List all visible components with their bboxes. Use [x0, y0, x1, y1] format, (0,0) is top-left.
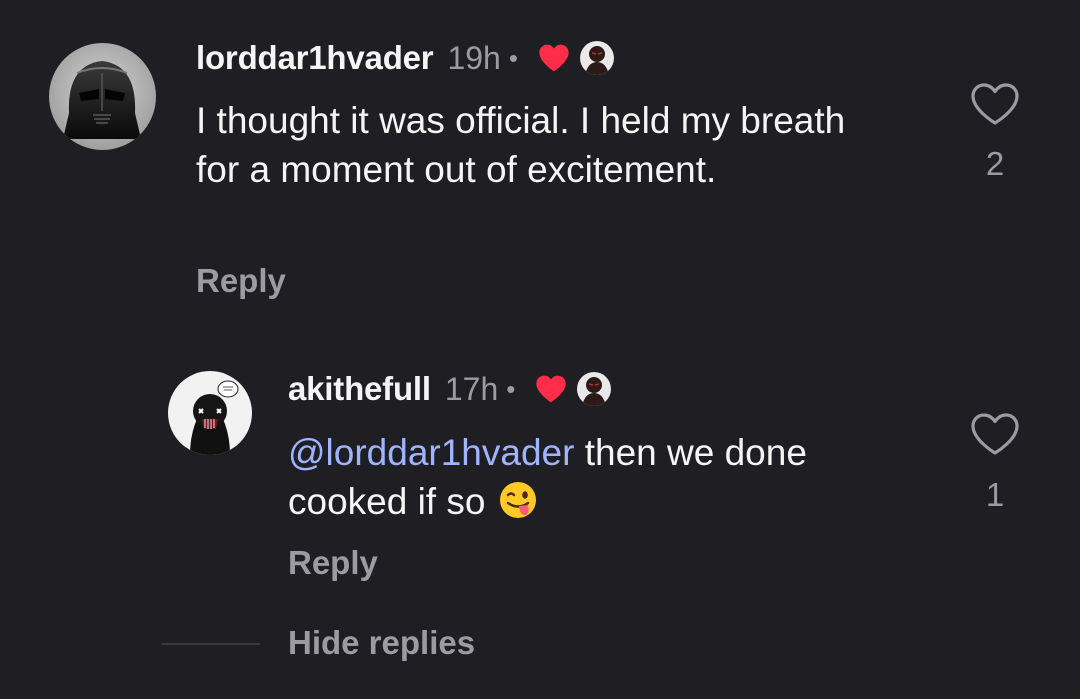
timestamp: 19h	[447, 39, 501, 76]
creator-avatar-icon	[579, 41, 614, 75]
avatar[interactable]	[49, 43, 156, 150]
creator-liked-heart-icon	[538, 43, 570, 73]
timestamp: 17h	[444, 370, 499, 407]
creator-liked-heart-icon	[535, 374, 567, 404]
darth-vader-avatar-icon	[49, 43, 156, 150]
masked-character-avatar-icon	[168, 371, 252, 455]
creator-avatar-icon	[577, 372, 612, 406]
comment-text: I thought it was official. I held my bre…	[196, 100, 846, 190]
username[interactable]: akithefull	[288, 370, 431, 408]
hide-replies-button[interactable]: Hide replies	[288, 624, 475, 662]
separator-dot: •	[506, 373, 516, 404]
like-count: 1	[985, 476, 1005, 513]
comment-header: akithefull 17h •	[288, 367, 612, 411]
username[interactable]: lorddar1hvader	[196, 39, 434, 77]
heart-outline-icon	[971, 83, 1019, 125]
comment-thread: lorddar1hvader 19h • I thought it was of…	[0, 0, 1080, 699]
like-button[interactable]	[970, 412, 1020, 456]
avatar[interactable]	[168, 371, 252, 455]
mention-link[interactable]: @lorddar1hvader	[288, 432, 574, 473]
winking-face-with-tongue-emoji-icon	[498, 480, 538, 532]
separator-dot: •	[508, 42, 518, 73]
reply-button[interactable]: Reply	[288, 544, 378, 582]
replies-divider	[162, 643, 260, 645]
reply-button[interactable]: Reply	[196, 262, 286, 300]
heart-outline-icon	[971, 413, 1019, 455]
comment-header: lorddar1hvader 19h •	[196, 36, 614, 80]
like-button[interactable]	[970, 82, 1020, 126]
like-count: 2	[985, 145, 1005, 182]
comment-text: @lorddar1hvader then we done cooked if s…	[288, 428, 928, 532]
